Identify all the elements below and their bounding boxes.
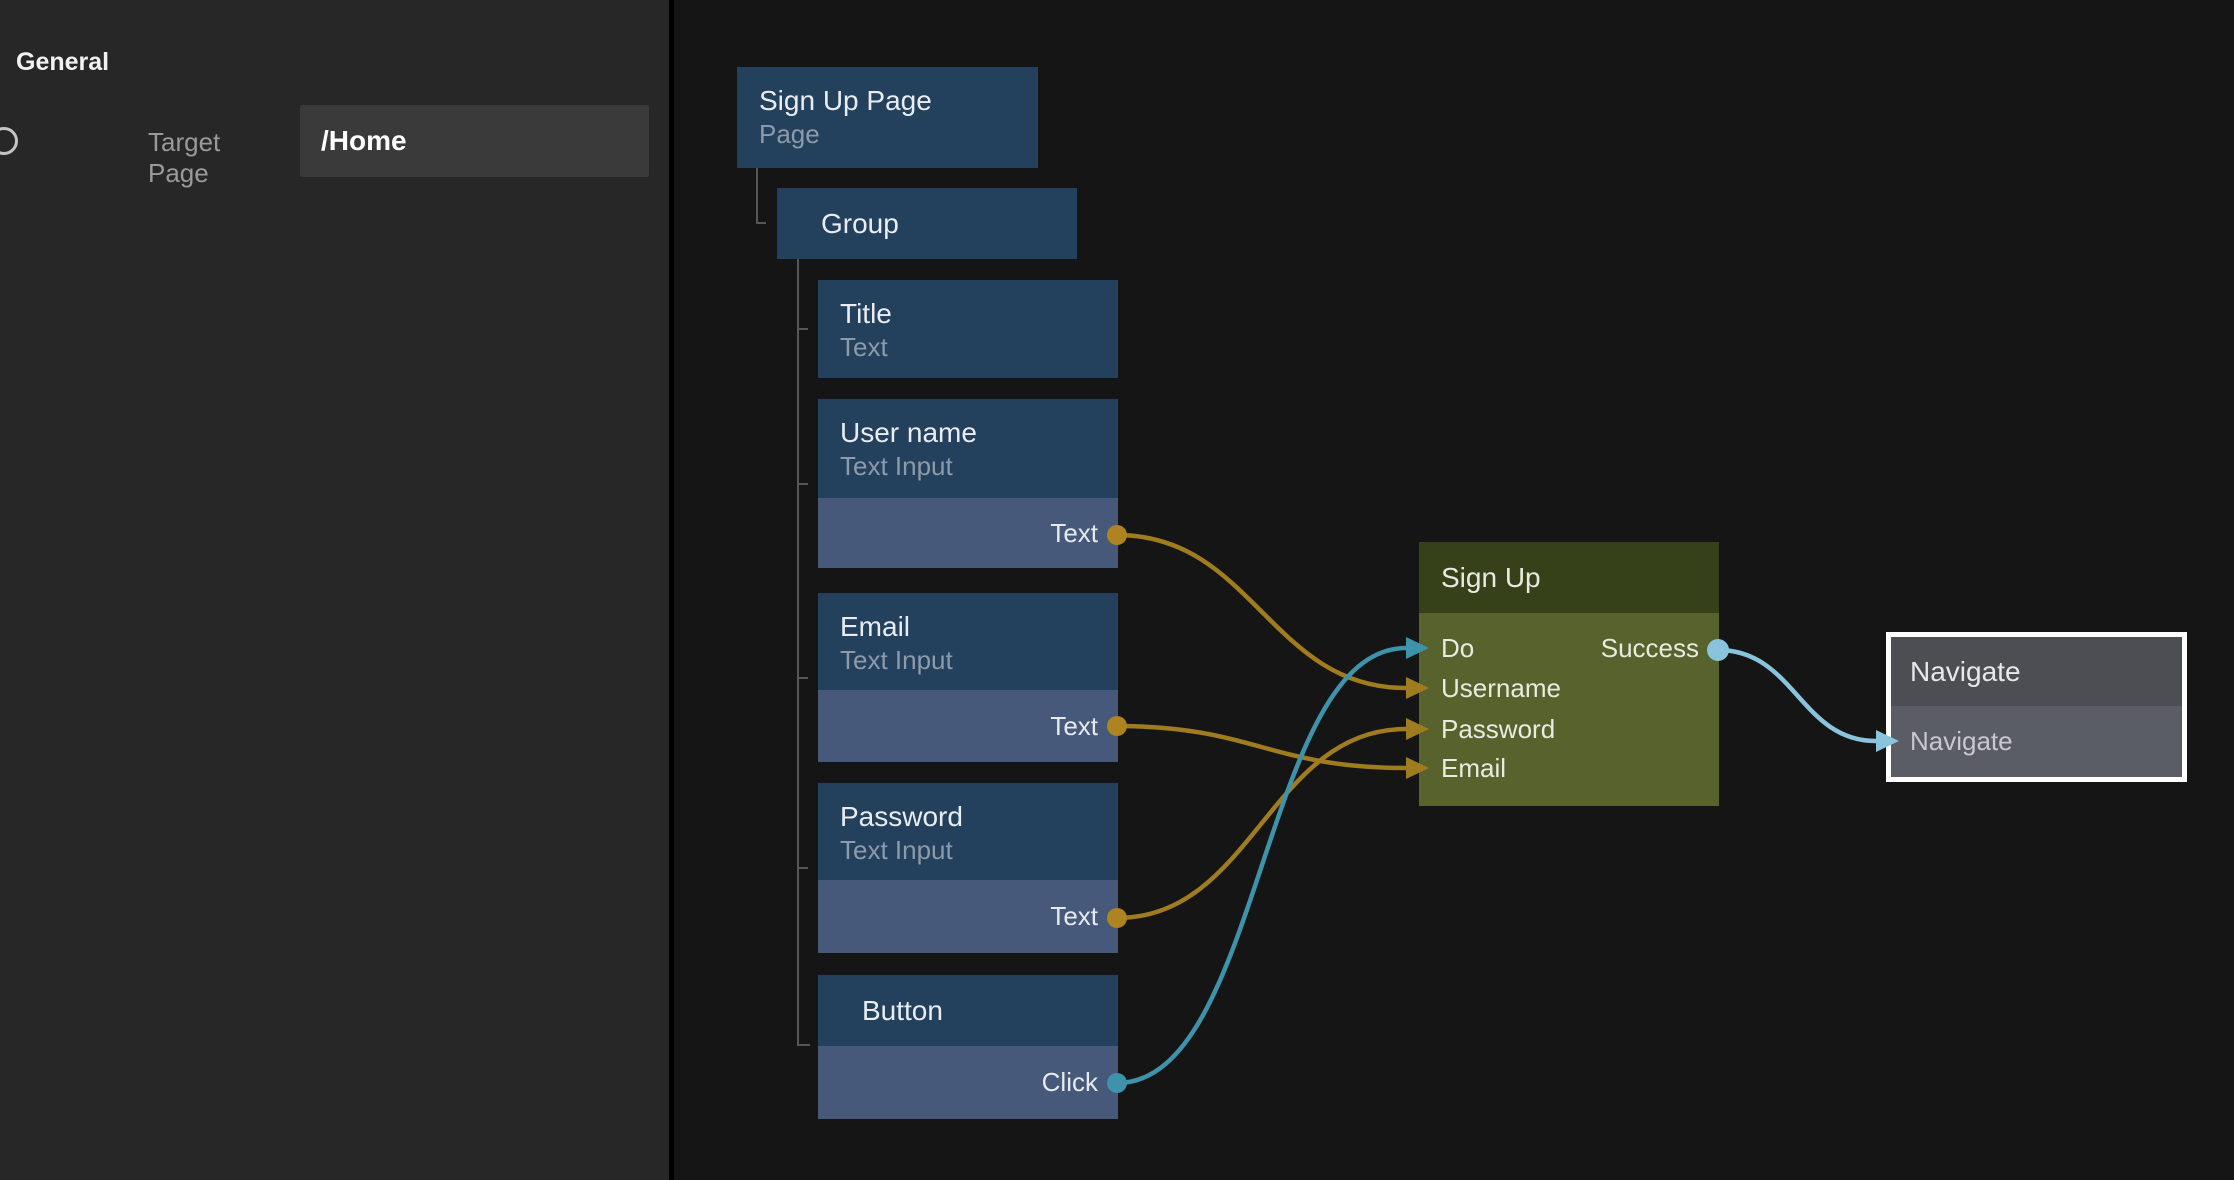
node-email[interactable]: Email Text Input Text <box>818 593 1118 762</box>
node-title: Sign Up Page <box>759 85 1038 117</box>
node-title: Email <box>840 611 1118 643</box>
input-port-password[interactable]: Password <box>1441 714 1555 744</box>
panel-divider <box>669 0 674 1180</box>
output-port-label: Text <box>1050 711 1098 742</box>
target-page-label: Target Page <box>148 127 280 189</box>
node-user-name[interactable]: User name Text Input Text <box>818 399 1118 568</box>
output-port-label: Click <box>1042 1067 1098 1098</box>
output-port-success[interactable]: Success <box>1601 633 1699 663</box>
output-port-label: Text <box>1050 518 1098 549</box>
input-port-do[interactable]: Do <box>1441 633 1474 663</box>
panel-heading: General <box>16 48 109 77</box>
node-button[interactable]: Button Click <box>818 975 1118 1119</box>
node-sign-up-action[interactable]: Sign Up Do Username Password Email Succe… <box>1419 542 1719 806</box>
node-navigate[interactable]: Navigate Navigate <box>1886 632 2187 782</box>
output-port-row[interactable]: Text <box>818 880 1118 953</box>
target-page-input[interactable]: /Home <box>300 105 649 177</box>
input-port-navigate[interactable]: Navigate <box>1891 706 2182 777</box>
input-port-email[interactable]: Email <box>1441 753 1506 783</box>
node-title: User name <box>840 417 1118 449</box>
node-title-text[interactable]: Title Text <box>818 280 1118 378</box>
output-port-row[interactable]: Text <box>818 690 1118 762</box>
node-title: Sign Up <box>1441 562 1541 594</box>
node-subtitle: Text Input <box>840 835 1118 865</box>
target-page-value: /Home <box>321 125 407 157</box>
node-group[interactable]: Group <box>777 188 1077 259</box>
output-port-row[interactable]: Click <box>818 1046 1118 1119</box>
node-title: Navigate <box>1910 656 2021 688</box>
node-subtitle: Page <box>759 119 1038 149</box>
node-subtitle: Text Input <box>840 645 1118 675</box>
node-sign-up-page[interactable]: Sign Up Page Page <box>737 67 1038 168</box>
node-subtitle: Text Input <box>840 451 1118 481</box>
input-port-label: Navigate <box>1910 726 2013 757</box>
node-title: Group <box>821 208 899 240</box>
output-port-row[interactable]: Text <box>818 498 1118 568</box>
node-password[interactable]: Password Text Input Text <box>818 783 1118 953</box>
node-title: Button <box>862 995 943 1027</box>
node-title: Password <box>840 801 1118 833</box>
input-port-username[interactable]: Username <box>1441 673 1561 703</box>
output-port-label: Text <box>1050 901 1098 932</box>
panel-handle-ring-icon[interactable] <box>0 127 18 155</box>
node-editor-app: Sign Up Page Page Group Title Text <box>0 0 2234 1180</box>
node-title: Title <box>840 298 1118 330</box>
node-subtitle: Text <box>840 332 1118 362</box>
properties-panel: General Target Page /Home <box>0 0 669 1180</box>
